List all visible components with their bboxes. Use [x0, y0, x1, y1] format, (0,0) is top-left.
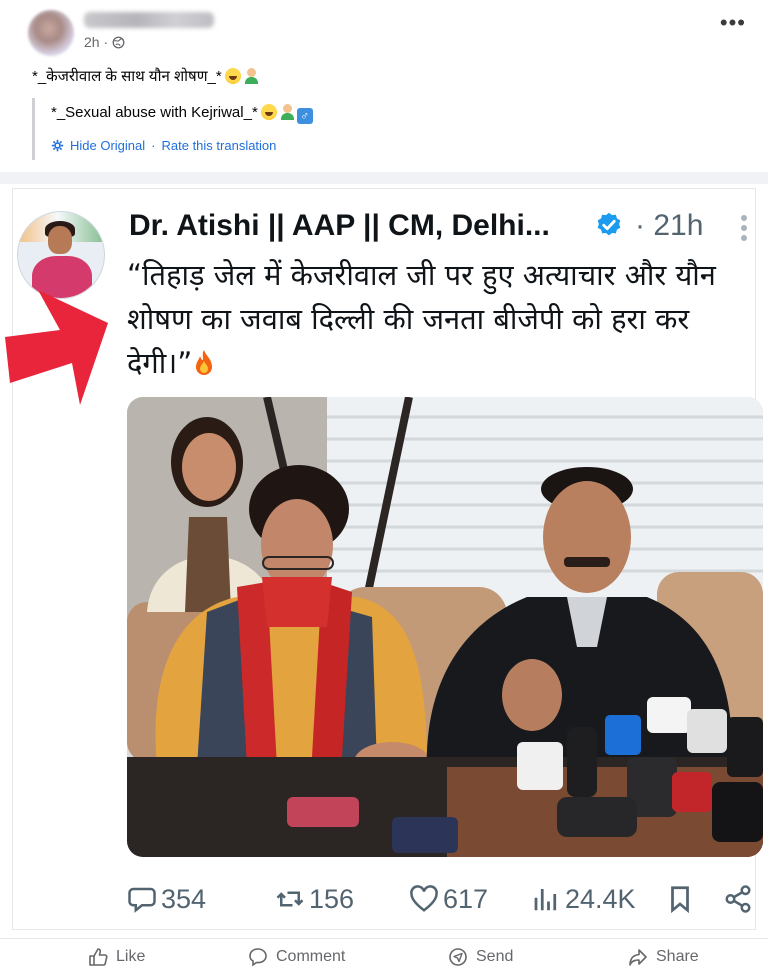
tweet-text: “तिहाड़ जेल में केजरीवाल जी पर हुए अत्या…: [127, 253, 751, 385]
translation-links: Hide Original · Rate this translation: [51, 138, 313, 153]
translated-text-line: *_Sexual abuse with Kejriwal_* ♂: [51, 104, 313, 124]
heart-icon: [410, 885, 438, 912]
author-name-blurred[interactable]: [84, 12, 214, 28]
hide-original-link[interactable]: Hide Original: [70, 138, 145, 153]
verified-icon: [597, 212, 621, 236]
reply-count: 354: [161, 883, 207, 914]
globe-icon: [112, 36, 125, 48]
tweet-bookmark: [665, 879, 695, 919]
tweet-more-icon: [741, 215, 747, 243]
like-count: 617: [443, 883, 489, 914]
post-action-bar: Like Comment Send Share: [0, 938, 768, 977]
person-emoji-icon: [280, 104, 294, 120]
reply-icon: [128, 887, 156, 913]
tweet-author-name: Dr. Atishi || AAP || CM, Delhi...: [129, 209, 550, 242]
tweet-retweet: 156: [275, 879, 354, 919]
more-options-icon[interactable]: •••: [720, 12, 746, 34]
retweet-count: 156: [309, 883, 355, 914]
tweet-reply: 354: [127, 879, 206, 919]
like-label: Like: [116, 948, 146, 965]
comment-icon: [249, 948, 267, 967]
laughing-emoji-icon: [224, 68, 241, 84]
laughing-emoji-icon: [260, 104, 277, 120]
tweet-screenshot[interactable]: Dr. Atishi || AAP || CM, Delhi... · 21h …: [12, 188, 763, 930]
fire-icon: [196, 350, 213, 375]
share-icon: [725, 885, 751, 913]
section-divider: [0, 172, 768, 184]
like-button[interactable]: Like: [88, 947, 145, 967]
retweet-icon: [276, 891, 304, 907]
red-arrow-annotation: [5, 290, 108, 405]
rate-translation-link[interactable]: Rate this translation: [162, 138, 277, 153]
tweet-like: 617: [409, 879, 488, 919]
tweet-share: [723, 879, 753, 919]
send-label: Send: [476, 948, 514, 965]
post-text: *_केजरीवाल के साथ यौन शोषण_*: [32, 66, 258, 86]
post-header: 2h · •••: [0, 0, 768, 62]
author-avatar[interactable]: [28, 10, 74, 56]
views-count: 24.4K: [565, 883, 636, 914]
gear-icon: [51, 139, 64, 152]
post-time[interactable]: 2h ·: [84, 34, 108, 50]
send-button[interactable]: Send: [448, 947, 513, 967]
tweet-views: 24.4K: [531, 879, 636, 919]
translation-block: *_Sexual abuse with Kejriwal_* ♂ Hide Ori…: [32, 98, 313, 160]
views-icon: [534, 889, 557, 911]
tweet-time: · 21h: [635, 209, 704, 242]
like-icon: [89, 948, 108, 966]
share-button[interactable]: Share: [628, 947, 699, 967]
bookmark-icon: [671, 886, 689, 914]
comment-label: Comment: [276, 948, 346, 965]
male-sign-emoji-icon: ♂: [296, 108, 313, 124]
send-icon: [449, 948, 467, 966]
share-arrow-icon: [629, 949, 647, 966]
post-meta: 2h ·: [84, 34, 125, 50]
comment-button[interactable]: Comment: [248, 947, 345, 967]
link-separator: ·: [151, 138, 156, 153]
tweet-actions: 354 156 617 24.4K: [127, 879, 757, 919]
translated-text: *_Sexual abuse with Kejriwal_*: [51, 104, 258, 121]
person-emoji-icon: [244, 68, 258, 84]
share-label: Share: [656, 948, 699, 965]
post-original-text: *_केजरीवाल के साथ यौन शोषण_*: [32, 68, 222, 85]
tweet-photo: [127, 397, 763, 857]
